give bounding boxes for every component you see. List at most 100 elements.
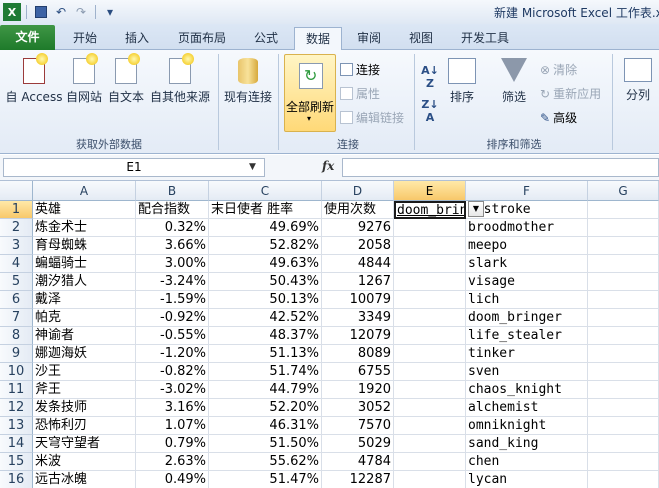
table-cell[interactable]: 4844 bbox=[322, 255, 394, 273]
table-cell[interactable] bbox=[588, 309, 659, 327]
column-header-f[interactable]: F bbox=[466, 181, 588, 201]
table-cell[interactable] bbox=[588, 381, 659, 399]
table-cell[interactable]: 2058 bbox=[322, 237, 394, 255]
text-to-columns-button[interactable]: 分列 bbox=[620, 58, 656, 103]
table-cell[interactable] bbox=[394, 471, 466, 488]
table-cell[interactable]: 神谕者 bbox=[33, 327, 136, 345]
customize-qat-icon[interactable]: ▾ bbox=[101, 3, 119, 21]
table-cell[interactable] bbox=[394, 399, 466, 417]
table-cell[interactable]: 末日使者 胜率 bbox=[209, 201, 322, 219]
table-cell[interactable]: 4784 bbox=[322, 453, 394, 471]
row-header[interactable]: 6 bbox=[0, 291, 33, 309]
chevron-down-icon[interactable]: ▼ bbox=[249, 158, 256, 177]
row-header[interactable]: 10 bbox=[0, 363, 33, 381]
table-cell[interactable]: -3.02% bbox=[136, 381, 209, 399]
table-cell[interactable]: alchemist bbox=[466, 399, 588, 417]
tab-view[interactable]: 视图 bbox=[398, 27, 444, 50]
table-cell[interactable]: imstroke bbox=[466, 201, 588, 219]
table-cell[interactable]: sand_king bbox=[466, 435, 588, 453]
from-web-button[interactable]: 自网站 bbox=[64, 53, 104, 105]
table-cell[interactable]: lycan bbox=[466, 471, 588, 488]
clear-button[interactable]: ⊗ 清除 bbox=[540, 61, 577, 78]
table-cell[interactable]: -1.59% bbox=[136, 291, 209, 309]
dropdown-arrow-icon[interactable]: ▼ bbox=[468, 201, 484, 217]
table-cell[interactable]: 使用次数 bbox=[322, 201, 394, 219]
table-cell[interactable] bbox=[588, 453, 659, 471]
sort-ascending-button[interactable]: A↓ Z bbox=[420, 64, 440, 90]
row-header[interactable]: 8 bbox=[0, 327, 33, 345]
table-cell[interactable]: 51.13% bbox=[209, 345, 322, 363]
table-cell[interactable] bbox=[588, 273, 659, 291]
table-cell[interactable]: 戴泽 bbox=[33, 291, 136, 309]
table-cell[interactable] bbox=[588, 255, 659, 273]
table-cell[interactable]: 8089 bbox=[322, 345, 394, 363]
row-header[interactable]: 2 bbox=[0, 219, 33, 237]
table-cell[interactable] bbox=[394, 327, 466, 345]
connections-button[interactable]: 连接 bbox=[340, 61, 380, 78]
table-cell[interactable]: 42.52% bbox=[209, 309, 322, 327]
table-cell[interactable]: 3349 bbox=[322, 309, 394, 327]
table-cell[interactable] bbox=[394, 291, 466, 309]
from-access-button[interactable]: 自 Access bbox=[4, 53, 64, 105]
reapply-button[interactable]: ↻ 重新应用 bbox=[540, 85, 601, 102]
tab-formulas[interactable]: 公式 bbox=[244, 27, 288, 50]
table-cell[interactable]: 5029 bbox=[322, 435, 394, 453]
table-cell[interactable] bbox=[588, 345, 659, 363]
table-cell[interactable] bbox=[394, 309, 466, 327]
table-cell[interactable]: 10079 bbox=[322, 291, 394, 309]
table-cell[interactable]: 潮汐猎人 bbox=[33, 273, 136, 291]
tab-home[interactable]: 开始 bbox=[62, 27, 108, 50]
table-cell[interactable]: 育母蜘蛛 bbox=[33, 237, 136, 255]
table-cell[interactable] bbox=[394, 237, 466, 255]
row-header[interactable]: 12 bbox=[0, 399, 33, 417]
properties-button[interactable]: 属性 bbox=[340, 85, 380, 102]
column-header-b[interactable]: B bbox=[136, 181, 209, 201]
selected-cell[interactable]: doom_brin bbox=[394, 201, 466, 219]
table-cell[interactable]: 49.69% bbox=[209, 219, 322, 237]
table-cell[interactable]: tinker bbox=[466, 345, 588, 363]
from-text-button[interactable]: 自文本 bbox=[106, 53, 146, 105]
table-cell[interactable] bbox=[394, 255, 466, 273]
edit-links-button[interactable]: 编辑链接 bbox=[340, 109, 404, 126]
table-cell[interactable] bbox=[394, 435, 466, 453]
table-cell[interactable]: visage bbox=[466, 273, 588, 291]
table-cell[interactable]: 9276 bbox=[322, 219, 394, 237]
table-cell[interactable]: 帕克 bbox=[33, 309, 136, 327]
table-cell[interactable]: 斧王 bbox=[33, 381, 136, 399]
table-cell[interactable]: 1.07% bbox=[136, 417, 209, 435]
table-cell[interactable]: 12079 bbox=[322, 327, 394, 345]
table-cell[interactable]: 3052 bbox=[322, 399, 394, 417]
table-cell[interactable] bbox=[588, 219, 659, 237]
table-cell[interactable]: 7570 bbox=[322, 417, 394, 435]
refresh-all-button[interactable]: 全部刷新 ▾ bbox=[284, 54, 336, 132]
table-cell[interactable]: 3.16% bbox=[136, 399, 209, 417]
column-header-a[interactable]: A bbox=[33, 181, 136, 201]
table-cell[interactable]: doom_bringer bbox=[466, 309, 588, 327]
table-cell[interactable]: 46.31% bbox=[209, 417, 322, 435]
table-cell[interactable] bbox=[588, 327, 659, 345]
table-cell[interactable]: 配合指数 bbox=[136, 201, 209, 219]
table-cell[interactable]: 55.62% bbox=[209, 453, 322, 471]
excel-logo-icon[interactable]: X bbox=[3, 3, 21, 21]
column-header-g[interactable]: G bbox=[588, 181, 659, 201]
row-header[interactable]: 3 bbox=[0, 237, 33, 255]
table-cell[interactable]: 天穹守望者 bbox=[33, 435, 136, 453]
sort-button[interactable]: 排序 bbox=[446, 58, 478, 105]
table-cell[interactable]: 蝙蝠骑士 bbox=[33, 255, 136, 273]
table-cell[interactable]: -1.20% bbox=[136, 345, 209, 363]
table-cell[interactable] bbox=[394, 273, 466, 291]
table-cell[interactable]: chaos_knight bbox=[466, 381, 588, 399]
table-cell[interactable]: 0.79% bbox=[136, 435, 209, 453]
table-cell[interactable]: 51.47% bbox=[209, 471, 322, 488]
filter-button[interactable]: 筛选 bbox=[498, 58, 530, 105]
worksheet-grid[interactable]: ABCDEFG 1 英雄 配合指数 末日使者 胜率 使用次数 doom_brin imstr… bbox=[0, 181, 659, 488]
undo-icon[interactable]: ↶ bbox=[52, 3, 70, 21]
table-cell[interactable] bbox=[394, 219, 466, 237]
table-cell[interactable] bbox=[588, 237, 659, 255]
row-header[interactable]: 7 bbox=[0, 309, 33, 327]
row-header[interactable]: 15 bbox=[0, 453, 33, 471]
table-cell[interactable] bbox=[394, 363, 466, 381]
table-cell[interactable]: 娜迦海妖 bbox=[33, 345, 136, 363]
table-cell[interactable]: life_stealer bbox=[466, 327, 588, 345]
table-cell[interactable]: 2.63% bbox=[136, 453, 209, 471]
